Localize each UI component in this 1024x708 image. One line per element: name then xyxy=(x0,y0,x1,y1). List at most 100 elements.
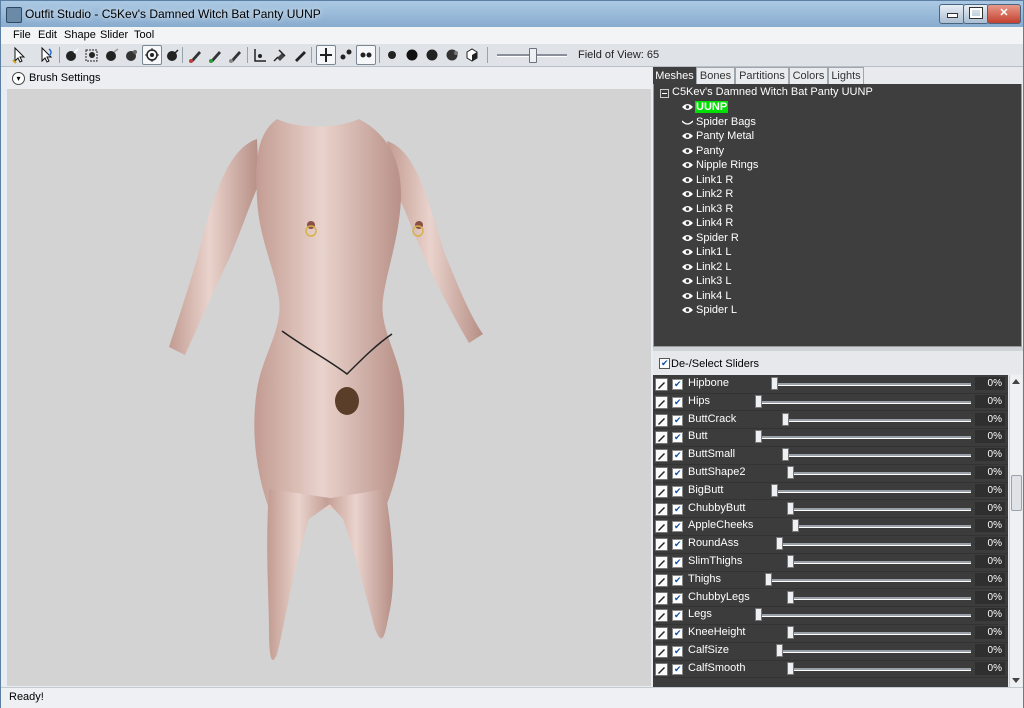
slider-thumb[interactable] xyxy=(754,608,762,622)
sphere-smooth-icon[interactable] xyxy=(443,46,461,64)
sphere-shaded-icon[interactable] xyxy=(423,46,441,64)
chevron-down-icon[interactable]: ▾ xyxy=(12,72,25,85)
slider-value[interactable]: 0% xyxy=(975,608,1005,622)
slider-track[interactable] xyxy=(754,614,971,618)
slider-checkbox[interactable]: ✔ xyxy=(672,574,683,586)
eye-icon[interactable] xyxy=(682,248,693,256)
slider-track[interactable] xyxy=(770,383,971,386)
edit-slider-icon[interactable] xyxy=(655,538,668,552)
mesh-tree-item[interactable]: Nipple Rings xyxy=(682,159,882,173)
mesh-tree-item[interactable]: Spider L xyxy=(682,304,882,318)
wireframe-icon[interactable] xyxy=(316,45,336,65)
slider-value[interactable]: 0% xyxy=(975,448,1005,462)
select-all-sliders-checkbox[interactable]: ✔ xyxy=(659,358,670,369)
slider-track[interactable] xyxy=(776,543,971,547)
sphere-dark-icon[interactable] xyxy=(403,46,421,64)
slider-value[interactable]: 0% xyxy=(975,555,1005,568)
slider-value[interactable]: 0% xyxy=(975,501,1005,515)
pen-icon[interactable] xyxy=(291,46,309,64)
transform-tool-icon[interactable] xyxy=(37,46,55,64)
slider-value[interactable]: 0% xyxy=(975,590,1005,604)
tab-bones[interactable]: Bones xyxy=(696,67,735,84)
eye-icon[interactable] xyxy=(682,292,693,300)
slider-track[interactable] xyxy=(787,472,971,475)
slider-thumb[interactable] xyxy=(787,466,794,479)
slider-track[interactable] xyxy=(787,632,971,636)
edit-slider-icon[interactable] xyxy=(655,627,668,641)
slider-checkbox[interactable]: ✔ xyxy=(672,521,683,533)
slider-checkbox[interactable]: ✔ xyxy=(672,414,683,426)
unmask-brush-icon[interactable] xyxy=(163,46,181,64)
edit-slider-icon[interactable] xyxy=(655,502,668,516)
slider-track[interactable] xyxy=(787,561,971,564)
mask-brush-icon[interactable] xyxy=(142,45,162,65)
brush-settings-header[interactable]: ▾ Brush Settings xyxy=(7,67,651,89)
slider-thumb[interactable] xyxy=(776,537,784,551)
slider-checkbox[interactable]: ✔ xyxy=(672,610,683,622)
slider-checkbox[interactable]: ✔ xyxy=(672,557,683,568)
eye-icon[interactable] xyxy=(682,234,693,242)
eye-icon[interactable] xyxy=(682,103,693,111)
close-button[interactable]: ✕ xyxy=(987,4,1021,24)
slider-track[interactable] xyxy=(754,436,971,440)
menu-shape[interactable]: Shape xyxy=(64,29,96,41)
slider-value[interactable]: 0% xyxy=(975,626,1005,640)
edit-slider-icon[interactable] xyxy=(655,395,668,409)
menu-slider[interactable]: Slider xyxy=(100,29,128,41)
edit-slider-icon[interactable] xyxy=(655,467,668,480)
slider-track[interactable] xyxy=(787,667,971,671)
slider-thumb[interactable] xyxy=(787,555,794,568)
slider-value[interactable]: 0% xyxy=(975,537,1005,551)
eye-icon[interactable] xyxy=(682,306,693,314)
minimize-button[interactable] xyxy=(939,4,965,24)
slider-thumb[interactable] xyxy=(781,448,789,462)
mesh-tree-item[interactable]: Panty Metal xyxy=(682,130,882,144)
edit-slider-icon[interactable] xyxy=(655,609,668,623)
eye-icon[interactable] xyxy=(682,176,693,184)
edit-slider-icon[interactable] xyxy=(655,556,668,569)
edit-slider-icon[interactable] xyxy=(655,449,668,463)
alpha-brush-icon[interactable] xyxy=(207,46,225,64)
tab-meshes[interactable]: Meshes xyxy=(653,67,696,84)
slider-thumb[interactable] xyxy=(529,48,537,63)
scrollbar-thumb[interactable] xyxy=(1011,475,1022,511)
weight-brush-icon[interactable] xyxy=(227,46,245,64)
slider-value[interactable]: 0% xyxy=(975,661,1005,675)
tab-lights[interactable]: Lights xyxy=(828,67,864,84)
slider-thumb[interactable] xyxy=(787,626,794,640)
slider-checkbox[interactable]: ✔ xyxy=(672,503,683,515)
edit-slider-icon[interactable] xyxy=(655,413,668,427)
slider-checkbox[interactable]: ✔ xyxy=(672,379,683,390)
deflate-brush-icon[interactable] xyxy=(83,46,101,64)
slider-checkbox[interactable]: ✔ xyxy=(672,432,683,444)
eye-icon[interactable] xyxy=(682,132,693,140)
slider-thumb[interactable] xyxy=(754,430,762,444)
slider-value[interactable]: 0% xyxy=(975,466,1005,479)
mesh-tree-item[interactable]: Panty xyxy=(682,145,882,159)
tree-root-label[interactable]: C5Kev's Damned Witch Bat Panty UUNP xyxy=(672,86,873,98)
eye-icon[interactable] xyxy=(682,190,693,198)
eye-icon[interactable] xyxy=(682,161,693,169)
slider-track[interactable] xyxy=(776,650,971,653)
tab-partitions[interactable]: Partitions xyxy=(735,67,789,84)
slider-value[interactable]: 0% xyxy=(975,412,1005,426)
eye-icon[interactable] xyxy=(682,263,693,271)
mesh-tree-item[interactable]: Link1 L xyxy=(682,246,882,260)
slider-checkbox[interactable]: ✔ xyxy=(672,646,683,657)
edit-slider-icon[interactable] xyxy=(655,484,668,498)
menu-tool[interactable]: Tool xyxy=(134,29,154,41)
mesh-tree-item[interactable]: Link1 R xyxy=(682,174,882,188)
eye-closed-icon[interactable] xyxy=(682,118,693,126)
mesh-tree-item[interactable]: Link2 R xyxy=(682,188,882,202)
slider-value[interactable]: 0% xyxy=(975,377,1005,390)
eye-icon[interactable] xyxy=(682,219,693,227)
slider-thumb[interactable] xyxy=(770,377,778,390)
slider-checkbox[interactable]: ✔ xyxy=(672,592,683,604)
mesh-tree-item[interactable]: Link2 L xyxy=(682,261,882,275)
field-of-view-slider[interactable] xyxy=(497,48,567,63)
mesh-tree-item[interactable]: Link3 R xyxy=(682,203,882,217)
mesh-tree-item[interactable]: Link4 R xyxy=(682,217,882,231)
eye-icon[interactable] xyxy=(682,205,693,213)
mesh-tree-item[interactable]: UUNP xyxy=(682,101,882,115)
slider-track[interactable] xyxy=(787,507,971,511)
